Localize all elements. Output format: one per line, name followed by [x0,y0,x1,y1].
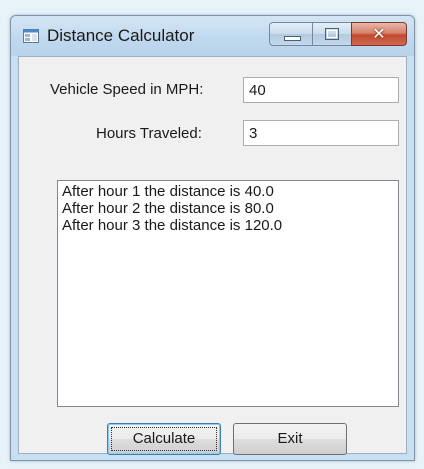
close-icon: ✕ [372,24,386,43]
close-button[interactable]: ✕ [351,22,407,46]
list-item[interactable]: After hour 2 the distance is 80.0 [62,200,394,217]
minimize-button[interactable] [269,22,313,46]
exit-button[interactable]: Exit [233,423,347,455]
results-listbox[interactable]: After hour 1 the distance is 40.0 After … [57,180,399,407]
app-window: Distance Calculator ✕ Vehicle Speed in M… [10,15,415,461]
title-bar[interactable]: Distance Calculator ✕ [11,16,414,56]
list-item[interactable]: After hour 3 the distance is 120.0 [62,217,394,234]
form-window-icon [23,29,39,43]
hours-label: Hours Traveled: [96,125,202,142]
form-client-area: Vehicle Speed in MPH: Hours Traveled: Af… [18,56,407,455]
calculate-button[interactable]: Calculate [107,423,221,455]
maximize-button[interactable] [312,22,352,46]
minimize-icon [284,36,301,41]
list-item[interactable]: After hour 1 the distance is 40.0 [62,183,394,200]
calculate-button-label: Calculate [132,430,196,447]
maximize-icon [325,28,339,40]
speed-input[interactable] [243,77,399,103]
hours-input[interactable] [243,120,399,146]
speed-label: Vehicle Speed in MPH: [50,81,204,98]
exit-button-label: Exit [277,430,303,447]
window-title: Distance Calculator [47,26,195,45]
